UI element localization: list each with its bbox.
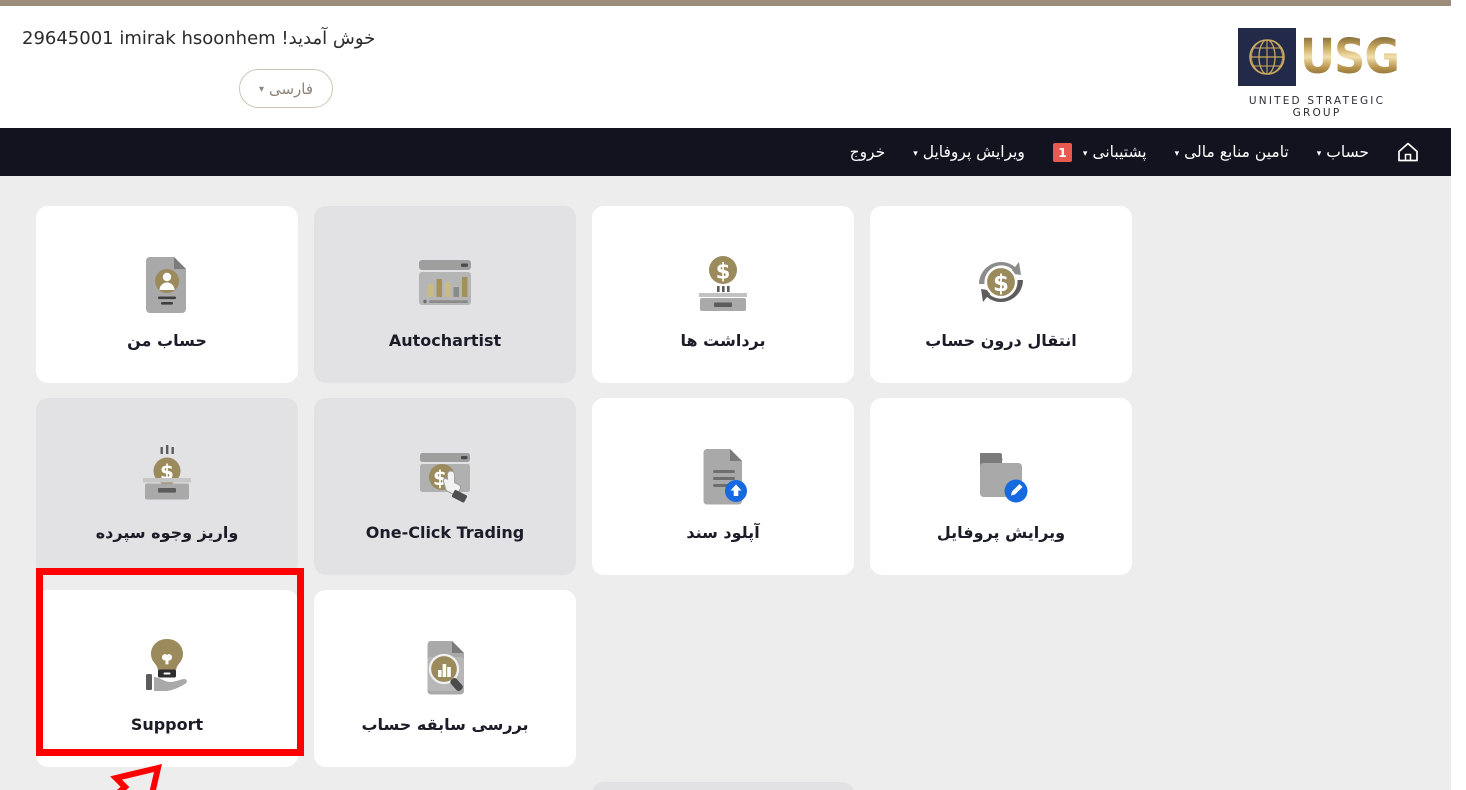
document-upload-icon bbox=[684, 431, 762, 517]
nav-item-support-label: پشتیبانی bbox=[1092, 143, 1147, 161]
nav-item-funding-label: تامین منابع مالی bbox=[1184, 143, 1289, 161]
coin-deposit-icon: $ bbox=[128, 431, 206, 517]
tile-one-click-trading[interactable]: $ One-Click Trading bbox=[314, 398, 576, 575]
nav-item-account-label: حساب bbox=[1326, 143, 1369, 161]
nav-item-funding[interactable]: تامین منابع مالی ▾ bbox=[1161, 128, 1303, 176]
tile-one-click-trading-label: One-Click Trading bbox=[365, 523, 525, 542]
tile-account-history[interactable]: بررسی سابقه حساب bbox=[314, 590, 576, 767]
globe-icon bbox=[1238, 28, 1296, 86]
nav-item-logout-label: خروج bbox=[849, 143, 886, 161]
folder-edit-icon bbox=[962, 431, 1040, 517]
chevron-down-icon: ▾ bbox=[258, 83, 264, 95]
nav-item-home[interactable] bbox=[1383, 128, 1431, 176]
annotation-red-arrow bbox=[70, 763, 166, 790]
tile-support-label: Support bbox=[130, 715, 204, 734]
grid-spacer bbox=[592, 590, 854, 767]
support-notification-badge: 1 bbox=[1052, 142, 1072, 162]
nav-item-edit-profile[interactable]: ویرایش پروفایل ▾ bbox=[899, 128, 1039, 176]
app-page: خوش آمدید! mehnoosh karimi 10054692 فارس… bbox=[0, 0, 1466, 790]
tile-my-account[interactable]: حساب من bbox=[36, 206, 298, 383]
tile-edit-profile-label: ویرایش پروفایل bbox=[936, 523, 1066, 542]
tile-deposit-funds-label: واریز وجوه سپرده bbox=[95, 523, 239, 542]
grid-spacer bbox=[870, 590, 1132, 767]
tile-internal-transfer[interactable]: $ انتقال درون حساب bbox=[870, 206, 1132, 383]
browser-barchart-icon bbox=[406, 239, 484, 325]
home-icon bbox=[1398, 142, 1418, 162]
chevron-down-icon: ▾ bbox=[1316, 149, 1322, 159]
chevron-down-icon: ▾ bbox=[913, 149, 918, 159]
nav-item-account[interactable]: حساب ▾ bbox=[1303, 128, 1383, 176]
usg-logo: USG UNITED STRATEGIC GROUP bbox=[1238, 28, 1400, 119]
language-selector-button[interactable]: فارسی ▾ bbox=[239, 69, 333, 108]
shortcut-tile-grid: حساب من Autochartist $ برداشت ها $ انتقا… bbox=[36, 206, 1384, 790]
usg-tagline: UNITED STRATEGIC GROUP bbox=[1248, 95, 1386, 119]
dashboard-content: حساب من Autochartist $ برداشت ها $ انتقا… bbox=[0, 176, 1451, 790]
nav-item-edit-profile-label: ویرایش پروفایل bbox=[922, 143, 1025, 161]
nav-item-support[interactable]: پشتیبانی ▾ 1 bbox=[1039, 128, 1161, 176]
welcome-message: خوش آمدید! mehnoosh karimi 10054692 bbox=[22, 28, 376, 49]
chevron-down-icon: ▾ bbox=[1082, 149, 1088, 159]
svg-text:$: $ bbox=[993, 271, 1009, 297]
right-gutter bbox=[1451, 0, 1466, 790]
tile-deposit-funds[interactable]: $ واریز وجوه سپرده bbox=[36, 398, 298, 575]
main-navigation: حساب ▾ تامین منابع مالی ▾ پشتیبانی ▾ 1 و… bbox=[0, 128, 1451, 176]
click-trade-icon: $ bbox=[406, 431, 484, 517]
tile-withdrawals[interactable]: $ برداشت ها bbox=[592, 206, 854, 383]
document-search-chart-icon bbox=[406, 623, 484, 709]
tile-promotions[interactable]: Promotions bbox=[592, 782, 854, 790]
transfer-coin-icon: $ bbox=[962, 239, 1040, 325]
tile-upload-document[interactable]: آپلود سند bbox=[592, 398, 854, 575]
tile-account-history-label: بررسی سابقه حساب bbox=[361, 715, 529, 734]
tile-autochartist[interactable]: Autochartist bbox=[314, 206, 576, 383]
usg-wordmark: USG bbox=[1300, 29, 1400, 85]
tile-edit-profile[interactable]: ویرایش پروفایل bbox=[870, 398, 1132, 575]
svg-text:$: $ bbox=[716, 260, 731, 284]
coin-withdraw-icon: $ bbox=[684, 239, 762, 325]
grid-spacer bbox=[314, 782, 576, 790]
tile-support[interactable]: Support bbox=[36, 590, 298, 767]
page-header: خوش آمدید! mehnoosh karimi 10054692 فارس… bbox=[0, 6, 1451, 128]
lightbulb-hand-icon bbox=[128, 623, 206, 709]
tile-upload-document-label: آپلود سند bbox=[686, 523, 760, 542]
tile-my-account-label: حساب من bbox=[127, 331, 207, 350]
language-selector-label: فارسی bbox=[268, 79, 314, 98]
nav-item-logout[interactable]: خروج bbox=[836, 128, 900, 176]
chevron-down-icon: ▾ bbox=[1174, 149, 1180, 159]
tile-autochartist-label: Autochartist bbox=[388, 331, 502, 350]
document-user-icon bbox=[128, 239, 206, 325]
tile-internal-transfer-label: انتقال درون حساب bbox=[925, 331, 1077, 350]
tile-withdrawals-label: برداشت ها bbox=[680, 331, 766, 350]
